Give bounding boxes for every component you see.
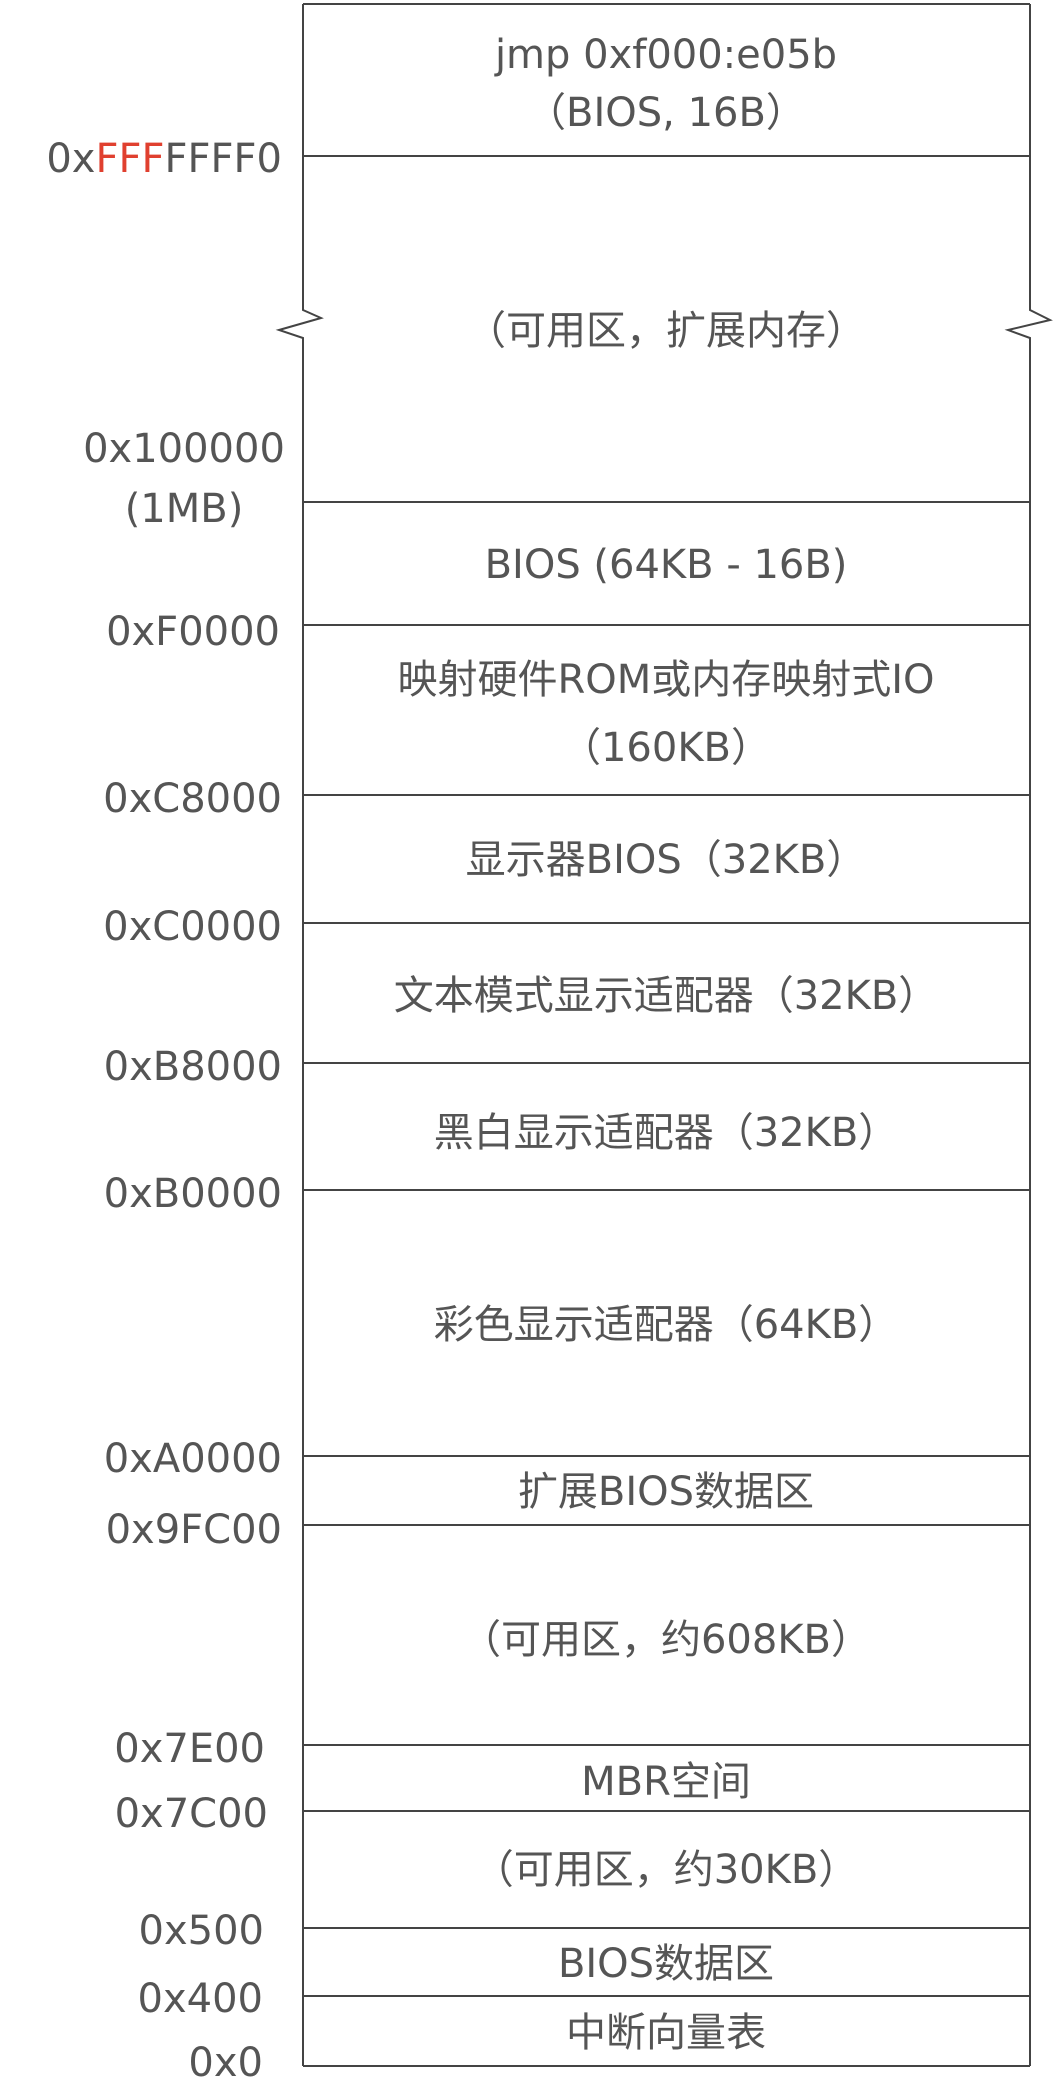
right-border-with-break	[1004, 4, 1053, 2066]
address-label: 0xB8000	[104, 1044, 282, 1090]
addr-0xa0000: 0xA0000	[104, 1436, 282, 1482]
region-ivt-label: 中断向量表	[566, 2010, 766, 2056]
region-reset-jump: jmp 0xf000:e05b （BIOS, 16B）	[494, 32, 837, 136]
addr-0x0: 0x0	[188, 2040, 263, 2086]
address-label: 0x0	[188, 2040, 263, 2086]
memory-regions: jmp 0xf000:e05b （BIOS, 16B） （可用区，扩展内存） BIOS…	[394, 32, 939, 2056]
addr-0xfffffff0: 0xFFFFFFF0	[46, 136, 282, 182]
address-label: 0x400	[138, 1976, 263, 2022]
region-text-mode-adapter: 文本模式显示适配器（32KB）	[394, 973, 939, 1019]
addr-0xb8000: 0xB8000	[104, 1044, 282, 1090]
region-mbr-label: MBR空间	[581, 1759, 751, 1805]
address-labels: 0xFFFFFFF0 0x100000 (1MB) 0xF0000 0xC8000 0xC…	[46, 136, 285, 2086]
memory-map-diagram: jmp 0xf000:e05b （BIOS, 16B） （可用区，扩展内存） BIOS…	[46, 3, 1053, 2086]
region-free-30kb: （可用区，约30KB）	[474, 1847, 859, 1893]
addr-0xb0000: 0xB0000	[104, 1171, 282, 1217]
region-bios-data: BIOS数据区	[558, 1941, 774, 1987]
region-free-30kb-label: （可用区，约30KB）	[474, 1847, 859, 1893]
region-reset-jump-label: jmp 0xf000:e05b	[494, 32, 837, 78]
region-free-608kb: （可用区，约608KB）	[461, 1617, 871, 1663]
region-video-bios: 显示器BIOS（32KB）	[466, 837, 867, 883]
address-label: 0xB0000	[104, 1171, 282, 1217]
address-part: FFFF0	[165, 136, 282, 182]
address-label: 0xFFFFFFF0	[46, 136, 282, 182]
region-mono-adapter: 黑白显示适配器（32KB）	[434, 1110, 899, 1156]
region-mapped-rom-io-label: （160KB）	[561, 725, 771, 771]
region-extended-memory: （可用区，扩展内存）	[466, 308, 866, 354]
region-ebda: 扩展BIOS数据区	[518, 1469, 814, 1515]
address-label: 0x7C00	[115, 1791, 268, 1837]
region-mapped-rom-io: 映射硬件ROM或内存映射式IO （160KB）	[397, 657, 934, 771]
region-ebda-label: 扩展BIOS数据区	[518, 1469, 814, 1515]
addr-0xf0000: 0xF0000	[106, 609, 280, 655]
addr-0x9fc00: 0x9FC00	[106, 1507, 282, 1553]
region-mbr: MBR空间	[581, 1759, 751, 1805]
region-free-608kb-label: （可用区，约608KB）	[461, 1617, 871, 1663]
address-highlight: FFF	[95, 136, 164, 182]
region-ivt: 中断向量表	[566, 2010, 766, 2056]
address-label: 0x7E00	[114, 1726, 265, 1772]
address-label: 0x100000	[83, 426, 285, 472]
region-text-mode-adapter-label: 文本模式显示适配器（32KB）	[394, 973, 939, 1019]
address-label: 0xC8000	[103, 776, 282, 822]
address-label: 0xF0000	[106, 609, 280, 655]
addr-0xc8000: 0xC8000	[103, 776, 282, 822]
region-color-adapter: 彩色显示适配器（64KB）	[434, 1302, 899, 1348]
addr-0x400: 0x400	[138, 1976, 263, 2022]
region-bios: BIOS (64KB - 16B)	[485, 542, 848, 588]
address-label: 0xA0000	[104, 1436, 282, 1482]
region-color-adapter-label: 彩色显示适配器（64KB）	[434, 1302, 899, 1348]
address-label: (1MB)	[125, 486, 244, 532]
region-extended-memory-label: （可用区，扩展内存）	[466, 308, 866, 354]
region-mapped-rom-io-label: 映射硬件ROM或内存映射式IO	[397, 657, 934, 703]
region-mono-adapter-label: 黑白显示适配器（32KB）	[434, 1110, 899, 1156]
address-part: 0x	[46, 136, 95, 182]
addr-0x7c00: 0x7C00	[115, 1791, 268, 1837]
addr-0xc0000: 0xC0000	[103, 904, 282, 950]
address-label: 0xC0000	[103, 904, 282, 950]
address-label: 0x500	[139, 1908, 264, 1954]
region-reset-jump-label: （BIOS, 16B）	[526, 90, 806, 136]
region-bios-label: BIOS (64KB - 16B)	[485, 542, 848, 588]
left-border-with-break	[275, 4, 324, 2066]
addr-0x100000: 0x100000 (1MB)	[83, 426, 285, 532]
region-bios-data-label: BIOS数据区	[558, 1941, 774, 1987]
addr-0x7e00: 0x7E00	[114, 1726, 265, 1772]
region-video-bios-label: 显示器BIOS（32KB）	[466, 837, 867, 883]
address-label: 0x9FC00	[106, 1507, 282, 1553]
addr-0x500: 0x500	[139, 1908, 264, 1954]
